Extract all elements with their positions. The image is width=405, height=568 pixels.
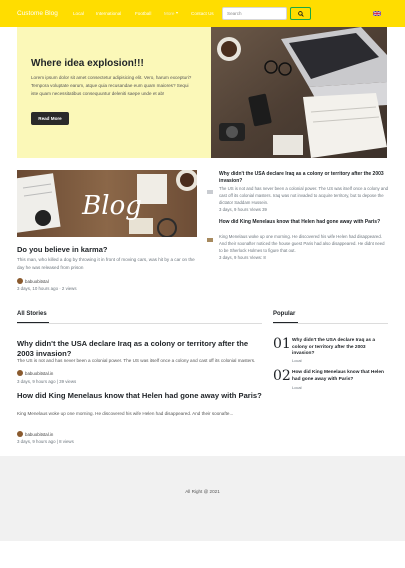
chevron-down-icon <box>176 12 179 14</box>
side-post-excerpt: King Menelaus woke up one morning. He di… <box>219 234 385 253</box>
popular-post-category[interactable]: Local <box>292 358 302 363</box>
nav-link-local[interactable]: Local <box>73 11 84 16</box>
author-name: babuobitstal.in <box>25 370 54 376</box>
story-meta: 3 days, 9 hours ago | 8 views <box>17 439 74 444</box>
hero-image <box>211 27 387 158</box>
story-author[interactable]: babuobitstal.in <box>17 370 53 376</box>
popular-post-category[interactable]: Local <box>292 385 302 390</box>
featured-meta: 3 days, 10 hours ago · 2 views <box>17 286 77 291</box>
featured-title[interactable]: Do you believe in karma? <box>17 245 107 254</box>
navbar: Custome Blog Local International Footbal… <box>0 0 405 27</box>
author-name: babuobitstal.in <box>25 431 54 437</box>
footer-copyright: All Right @ 2021 <box>185 489 220 494</box>
read-more-button[interactable]: Read More <box>31 112 69 125</box>
author-name: babuobitstal <box>25 278 49 284</box>
side-post-excerpt: The US is not and has never been a colon… <box>219 186 389 205</box>
uk-flag-icon[interactable] <box>373 11 381 16</box>
search-icon <box>297 10 304 17</box>
side-post-thumbnail[interactable] <box>207 190 213 194</box>
all-stories-heading: All Stories <box>17 311 47 317</box>
section-divider <box>273 323 388 324</box>
popular-post-title[interactable]: Why didn't the USA declare Iraq as a col… <box>292 338 388 358</box>
story-author[interactable]: babuobitstal.in <box>17 431 53 437</box>
story-excerpt: The US is not and has never been a colon… <box>17 358 256 363</box>
brand-logo[interactable]: Custome Blog <box>17 10 58 17</box>
nav-link-international[interactable]: International <box>96 11 121 16</box>
side-post-meta: 3 days, 9 hours Views: 8 <box>219 255 266 260</box>
story-excerpt: King Menelaus woke up one morning. He di… <box>17 411 234 416</box>
popular-rank-number: 01 <box>273 336 291 352</box>
featured-author[interactable]: babuobitstal <box>17 278 49 284</box>
story-meta: 3 days, 9 hours ago | 39 views <box>17 379 77 384</box>
hero-title: Where idea explosion!!! <box>31 58 144 69</box>
side-post-meta: 3 days, 9 hours Views 39 <box>219 207 267 212</box>
hero-description: Lorem ipsum dolor sit amet consectetur a… <box>31 75 192 96</box>
side-post-thumbnail[interactable] <box>207 238 213 242</box>
search-button[interactable] <box>290 7 311 20</box>
popular-post-title[interactable]: How did King Menelaus know that Helen ha… <box>292 370 388 383</box>
side-post-title[interactable]: How did King Menelaus know that Helen ha… <box>219 219 389 226</box>
blog-word: Blog <box>81 191 142 221</box>
search-input[interactable] <box>222 7 287 20</box>
story-title[interactable]: How did King Menelaus know that Helen ha… <box>17 391 262 401</box>
avatar <box>17 278 23 284</box>
story-title[interactable]: Why didn't the USA declare Iraq as a col… <box>17 339 262 358</box>
avatar <box>17 370 23 376</box>
section-divider <box>17 323 262 324</box>
popular-heading: Popular <box>273 311 296 317</box>
nav-link-contact[interactable]: Contact Us <box>191 11 214 16</box>
footer <box>0 456 405 541</box>
side-post-title[interactable]: Why didn't the USA declare Iraq as a col… <box>219 171 389 185</box>
avatar <box>17 431 23 437</box>
nav-link-football[interactable]: Football <box>135 11 151 16</box>
featured-excerpt: This man, who killed a dog by throwing i… <box>17 257 195 270</box>
featured-image: Blog <box>17 170 197 237</box>
popular-rank-number: 02 <box>273 368 291 384</box>
nav-more-label: More <box>164 11 175 16</box>
nav-dropdown-more[interactable]: More <box>164 11 179 16</box>
